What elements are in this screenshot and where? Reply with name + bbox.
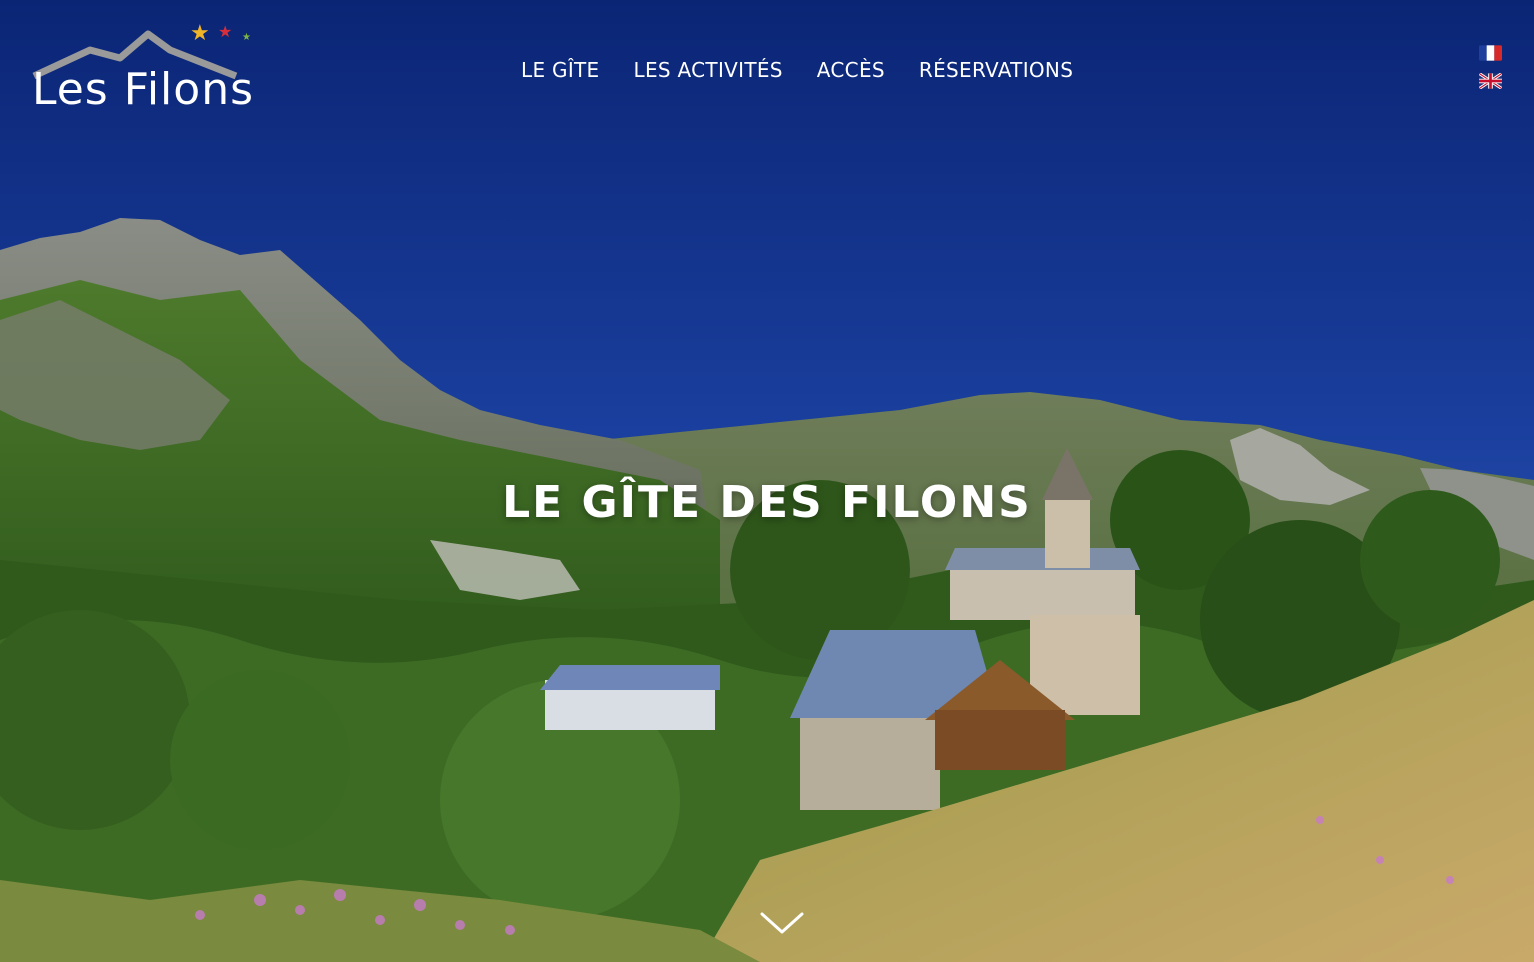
hero-section: ★ ★ ★ Les Filons LE GÎTE LES ACTIVITÉS A… bbox=[0, 0, 1534, 962]
nav-item-le-gite[interactable]: LE GÎTE bbox=[504, 56, 617, 84]
language-switcher bbox=[1479, 45, 1503, 101]
logo-text: Les Filons bbox=[32, 64, 255, 115]
site-logo[interactable]: ★ ★ ★ Les Filons bbox=[30, 24, 256, 120]
nav-item-reservations[interactable]: RÉSERVATIONS bbox=[902, 56, 1090, 84]
hero-title: LE GÎTE DES FILONS bbox=[502, 477, 1032, 529]
star-icon: ★ bbox=[242, 32, 251, 43]
nav-item-acces[interactable]: ACCÈS bbox=[800, 56, 902, 84]
uk-flag-icon[interactable] bbox=[1479, 73, 1502, 89]
star-icon: ★ bbox=[218, 24, 232, 41]
star-icon: ★ bbox=[190, 24, 210, 46]
main-nav: LE GÎTE LES ACTIVITÉS ACCÈS RÉSERVATIONS bbox=[504, 56, 1090, 84]
france-flag-icon[interactable] bbox=[1479, 45, 1502, 61]
site-header: ★ ★ ★ Les Filons LE GÎTE LES ACTIVITÉS A… bbox=[0, 0, 1534, 140]
nav-item-les-activites[interactable]: LES ACTIVITÉS bbox=[617, 56, 800, 84]
chevron-down-icon[interactable] bbox=[758, 906, 806, 938]
